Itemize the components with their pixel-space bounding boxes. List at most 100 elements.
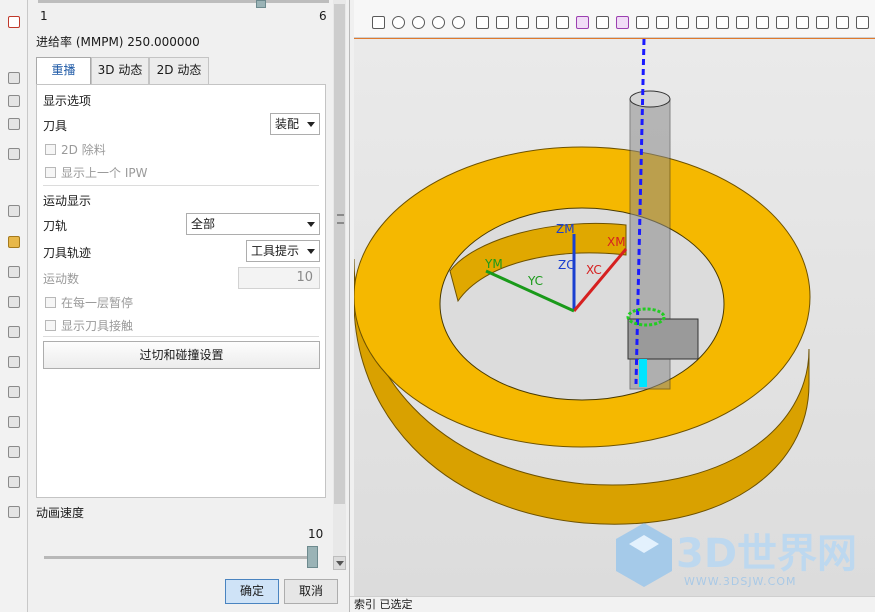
animation-speed-track[interactable] [44,556,316,559]
toolpath-value: 全部 [191,217,216,231]
toolpath-visualization-dialog: 1 6 进给率 (MMPM) 250.000000 重播 3D 动态 2D 动态… [28,0,350,612]
resource-icon[interactable] [8,386,20,398]
tool-trace-label: 刀具轨迹 [43,246,92,260]
cube-icon[interactable] [796,16,809,29]
show-prev-ipw-checkbox[interactable] [45,167,56,178]
trim-icon[interactable] [776,16,789,29]
part-icon[interactable] [8,118,20,130]
tool-trace-value: 工具提示 [251,244,300,258]
circle-icon[interactable] [392,16,405,29]
model-scene: ZM ZC XM XC YM YC 3D世界网 WWW.3DSJW.COM [354,39,857,588]
cancel-button[interactable]: 取消 [284,579,338,604]
polygon-icon[interactable] [496,16,509,29]
show-tool-contact-label: 显示刀具接触 [61,319,134,333]
zm-label: ZM [556,222,575,236]
chevron-down-icon [307,122,315,127]
cube-icon[interactable] [816,16,829,29]
arc-icon[interactable] [452,16,465,29]
extrude-icon[interactable] [576,16,589,29]
hole-icon[interactable] [636,16,649,29]
cube-icon[interactable] [836,16,849,29]
toolpath-dropdown[interactable]: 全部 [186,213,320,235]
toolpath-label: 刀轨 [43,219,68,233]
remove-2d-checkbox[interactable] [45,144,56,155]
tool-label: 刀具 [43,119,68,133]
pause-each-layer-checkbox[interactable] [45,297,56,308]
navigator-icon[interactable] [8,72,20,84]
resource-icon[interactable] [8,506,20,518]
animation-speed-label: 动画速度 [36,506,85,520]
motion-slider-track[interactable] [38,0,329,3]
yc-label: YC [527,274,543,288]
resource-icon[interactable] [8,296,20,308]
hatch-icon[interactable] [536,16,549,29]
chamfer-icon[interactable] [756,16,769,29]
shell-icon[interactable] [716,16,729,29]
blend-icon[interactable] [736,16,749,29]
remove-2d-label: 2D 除料 [61,143,106,157]
tab-replay[interactable]: 重播 [36,57,91,85]
ym-label: YM [484,257,503,271]
cube-icon[interactable] [696,16,709,29]
divider [43,336,319,337]
navigator-icon[interactable] [8,95,20,107]
resource-icon[interactable] [8,476,20,488]
chevron-down-icon [307,249,315,254]
cube-icon[interactable] [856,16,869,29]
graphics-toolbar [354,0,875,38]
left-resource-bar [0,0,28,612]
cube-icon[interactable] [676,16,689,29]
chevron-down-icon [307,222,315,227]
status-bar: 索引 已选定 [350,596,875,612]
animation-speed-thumb[interactable] [307,546,318,568]
divider [43,185,319,186]
circle-center-icon[interactable] [412,16,425,29]
resource-icon[interactable] [8,446,20,458]
motion-count-input[interactable]: 10 [238,267,320,289]
resource-icon[interactable] [8,416,20,428]
scroll-down-arrow-icon[interactable] [333,556,346,570]
dialog-scrollbar[interactable] [333,0,346,570]
show-tool-contact-checkbox[interactable] [45,320,56,331]
tool-holder-top [629,90,671,108]
rectangle-icon[interactable] [476,16,489,29]
sweep-icon[interactable] [616,16,629,29]
zc-label: ZC [558,258,575,272]
point-icon[interactable] [432,16,445,29]
resource-icon[interactable] [8,266,20,278]
watermark-logo-icon [616,523,672,587]
watermark-url: WWW.3DSJW.COM [684,575,797,588]
revolve-icon[interactable] [596,16,609,29]
slider-min-value: 1 [40,9,48,23]
grid-icon[interactable] [516,16,529,29]
motion-count-label: 运动数 [43,272,80,286]
watermark-title: 3D世界网 [676,531,857,577]
boss-icon[interactable] [656,16,669,29]
pattern-icon[interactable] [556,16,569,29]
animation-speed-value: 10 [308,527,324,541]
history-icon[interactable] [8,205,20,217]
graphics-window[interactable]: ZM ZC XM XC YM YC 3D世界网 WWW.3DSJW.COM [354,39,875,596]
tool-trace-dropdown[interactable]: 工具提示 [246,240,320,262]
xm-label: XM [607,235,626,249]
pause-each-layer-label: 在每一层暂停 [61,296,134,310]
gouge-collision-settings-button[interactable]: 过切和碰撞设置 [43,341,320,369]
tab-bar: 重播 3D 动态 2D 动态 [36,57,328,85]
feed-rate-readout: 进给率 (MMPM) 250.000000 [36,35,200,49]
slider-max-value: 6 [319,9,327,23]
show-prev-ipw-label: 显示上一个 IPW [61,166,148,180]
ok-button[interactable]: 确定 [225,579,279,604]
layer-icon[interactable] [8,148,20,160]
line-icon[interactable] [372,16,385,29]
scrollbar-thumb[interactable] [334,4,345,504]
motion-slider-thumb[interactable] [256,0,266,8]
resource-icon[interactable] [8,326,20,338]
tab-2d-dynamic[interactable]: 2D 动态 [149,57,209,84]
toolpath-segment [639,359,647,387]
select-filter-icon[interactable] [8,16,20,28]
highlighted-tool-icon[interactable] [8,236,20,248]
tool-display-dropdown[interactable]: 装配 [270,113,320,135]
tab-3d-dynamic[interactable]: 3D 动态 [91,57,149,84]
tool-display-value: 装配 [275,117,300,131]
resource-icon[interactable] [8,356,20,368]
